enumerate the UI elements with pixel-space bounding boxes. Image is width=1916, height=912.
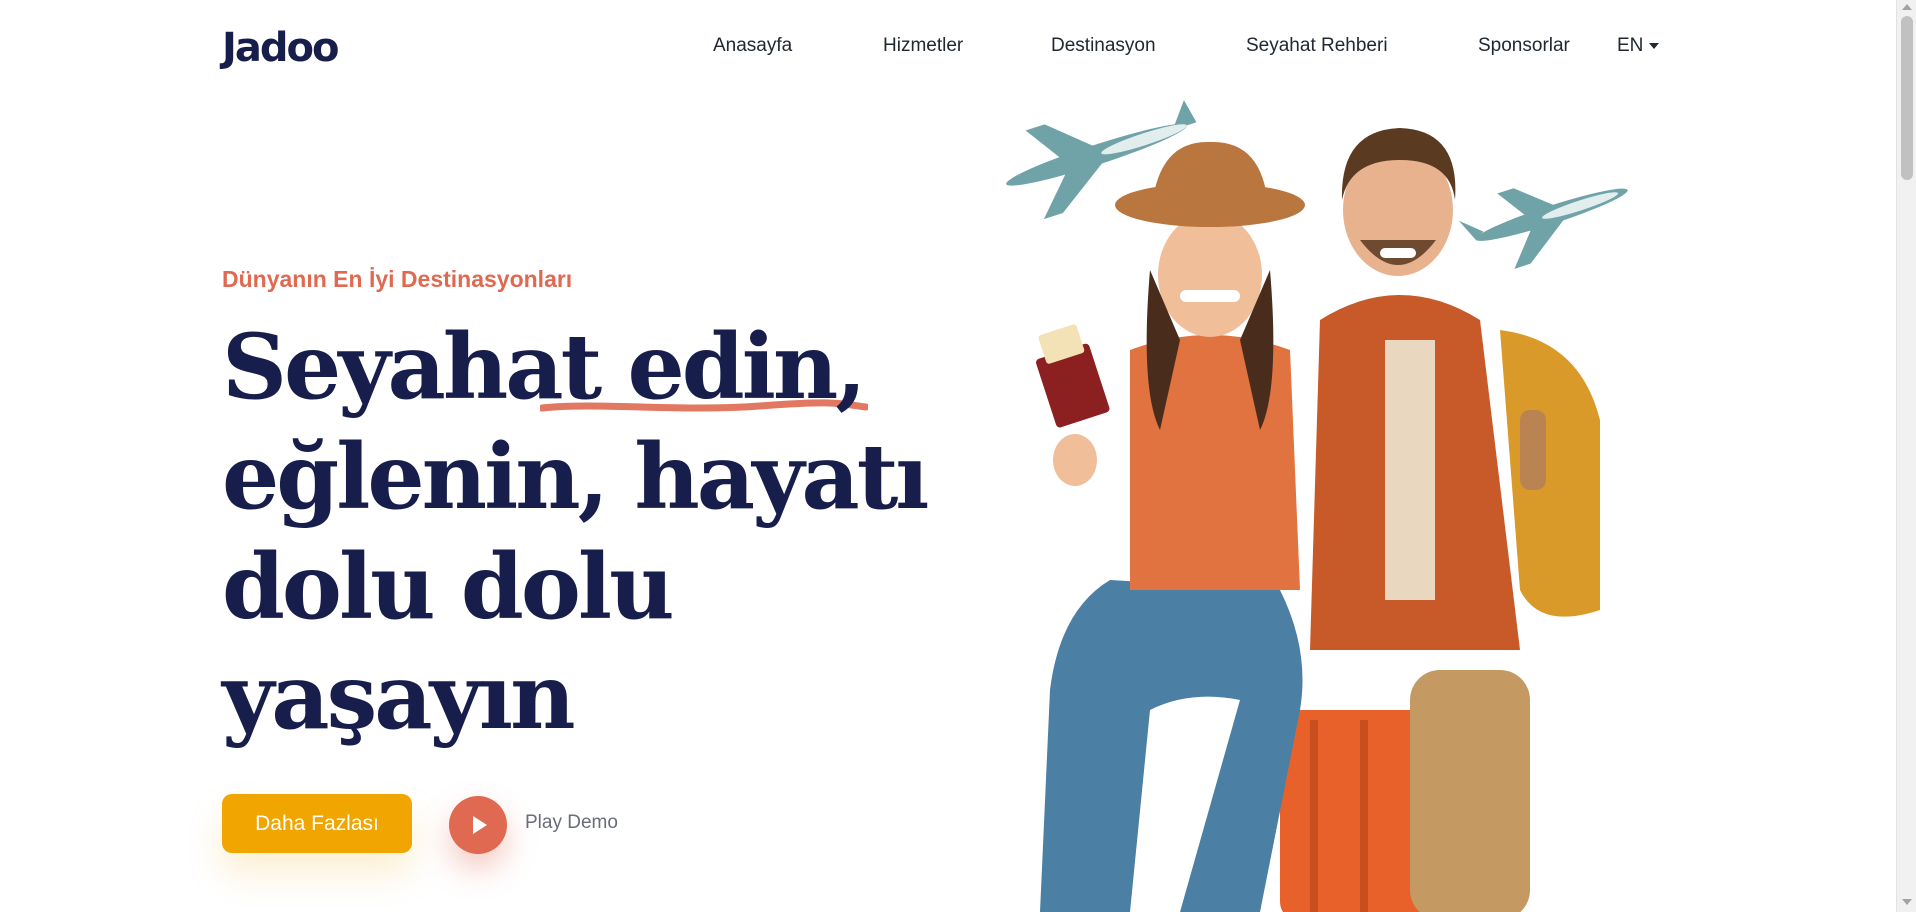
airplane-icon <box>1458 188 1628 269</box>
caret-down-icon <box>1649 43 1660 49</box>
hero-title-line: dolu dolu <box>222 534 675 640</box>
nav-item-sponsors[interactable]: Sponsorlar <box>1478 30 1570 62</box>
hero-title: Seyahat edin, eğlenin, hayatı dolu dolu … <box>222 312 982 752</box>
landing-page: Jadoo Anasayfa Hizmetler Destinasyon Sey… <box>0 0 1896 912</box>
main-nav: Anasayfa Hizmetler Destinasyon Seyahat R… <box>0 30 1896 62</box>
language-selector[interactable]: EN <box>1617 30 1660 62</box>
scroll-down-arrow-icon[interactable] <box>1902 899 1912 905</box>
language-label: EN <box>1617 35 1644 56</box>
more-button[interactable]: Daha Fazlası <box>222 794 412 853</box>
play-icon <box>473 816 487 834</box>
scrollbar[interactable] <box>1896 0 1916 912</box>
nav-item-destinations[interactable]: Destinasyon <box>1051 30 1156 62</box>
play-demo-label[interactable]: Play Demo <box>525 812 618 834</box>
nav-item-home[interactable]: Anasayfa <box>713 30 792 62</box>
nav-item-services[interactable]: Hizmetler <box>883 30 963 62</box>
hero-tagline: Dünyanın En İyi Destinasyonları <box>222 266 573 292</box>
woman-figure <box>1036 141 1305 912</box>
hero-title-line: Seyahat edin, <box>222 314 867 420</box>
scroll-up-arrow-icon[interactable] <box>1902 4 1912 10</box>
play-demo-button[interactable] <box>449 796 507 854</box>
hero-title-line: eğlenin, hayatı <box>222 424 930 530</box>
hero-illustration <box>1006 100 1628 912</box>
hero-title-line: yaşayın <box>222 644 576 750</box>
nav-item-travel-guide[interactable]: Seyahat Rehberi <box>1246 30 1388 62</box>
scrollbar-thumb[interactable] <box>1901 16 1913 180</box>
